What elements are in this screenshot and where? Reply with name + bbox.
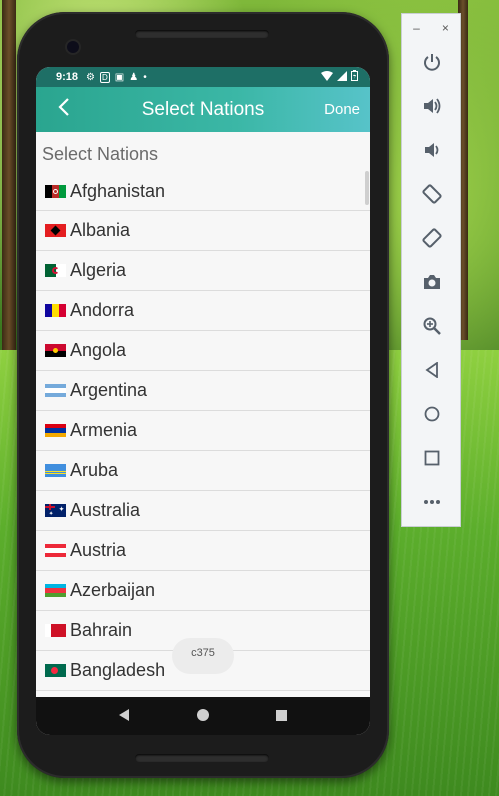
done-button[interactable]: Done bbox=[324, 101, 360, 118]
more-icon[interactable] bbox=[418, 488, 446, 516]
nation-name: Afghanistan bbox=[70, 180, 166, 201]
volume-up-icon[interactable] bbox=[418, 92, 446, 120]
close-icon[interactable]: × bbox=[442, 21, 449, 35]
camera-icon[interactable] bbox=[418, 268, 446, 296]
albania-flag-icon bbox=[45, 224, 66, 237]
nation-name: Bangladesh bbox=[70, 660, 166, 680]
azerbaijan-flag-icon bbox=[45, 584, 66, 597]
nation-name: Bahrain bbox=[70, 620, 133, 640]
nation-name: Aruba bbox=[70, 460, 119, 480]
list-item[interactable]: Albania bbox=[36, 211, 370, 251]
wifi-icon bbox=[321, 70, 333, 84]
figure-icon: ♟ bbox=[129, 71, 139, 83]
background-tree-trunk bbox=[2, 0, 16, 350]
nation-name: Algeria bbox=[70, 260, 127, 280]
image-icon: ▣ bbox=[114, 71, 125, 83]
list-item[interactable]: Angola bbox=[36, 331, 370, 371]
andorra-flag-icon bbox=[45, 304, 66, 317]
front-camera bbox=[67, 41, 79, 53]
nation-name: Argentina bbox=[70, 380, 148, 400]
minimize-icon[interactable]: – bbox=[413, 21, 420, 35]
bangladesh-flag-icon bbox=[45, 664, 66, 677]
power-icon[interactable] bbox=[418, 48, 446, 76]
overview-icon[interactable] bbox=[418, 444, 446, 472]
system-nav-bar bbox=[36, 697, 370, 735]
page-title: Select Nations bbox=[141, 99, 265, 120]
app-bar: Select Nations Done bbox=[36, 87, 370, 132]
emulator-window-controls: – × bbox=[402, 14, 460, 42]
d-badge-icon: D bbox=[100, 71, 110, 83]
nation-name: Albania bbox=[70, 220, 131, 240]
austria-flag-icon bbox=[45, 544, 66, 557]
rotate-left-icon[interactable] bbox=[418, 180, 446, 208]
home-icon[interactable] bbox=[418, 400, 446, 428]
gear-icon: ⚙ bbox=[86, 71, 95, 83]
armenia-flag-icon bbox=[45, 424, 66, 437]
zoom-icon[interactable] bbox=[418, 312, 446, 340]
list-item[interactable]: Andorra bbox=[36, 291, 370, 331]
list-item[interactable]: Azerbaijan bbox=[36, 571, 370, 611]
nation-name: Andorra bbox=[70, 300, 135, 320]
back-icon[interactable] bbox=[418, 356, 446, 384]
speaker-grille-bottom bbox=[135, 754, 269, 762]
list-item[interactable]: ✦ ✦ Australia bbox=[36, 491, 370, 531]
back-triangle-icon[interactable] bbox=[119, 708, 130, 724]
angola-flag-icon bbox=[45, 344, 66, 357]
emulator-toolbar: – × bbox=[401, 13, 461, 527]
nation-name: Angola bbox=[70, 340, 127, 360]
list-item[interactable]: Algeria bbox=[36, 251, 370, 291]
afghanistan-flag-icon bbox=[45, 184, 66, 198]
battery-icon bbox=[351, 70, 358, 84]
list-item[interactable]: Armenia bbox=[36, 411, 370, 451]
speaker-grille-top bbox=[135, 30, 269, 38]
nation-name: Australia bbox=[70, 500, 141, 520]
home-circle-icon[interactable] bbox=[196, 708, 209, 724]
list-item[interactable]: Argentina bbox=[36, 371, 370, 411]
algeria-flag-icon bbox=[45, 264, 66, 277]
toast-message: c375 bbox=[172, 638, 234, 674]
nation-name: Armenia bbox=[70, 420, 138, 440]
scrollbar-thumb[interactable] bbox=[365, 171, 369, 205]
nation-name: Austria bbox=[70, 540, 127, 560]
status-time: 9:18 bbox=[56, 71, 79, 83]
bahrain-flag-icon bbox=[45, 624, 66, 637]
argentina-flag-icon bbox=[45, 384, 66, 397]
rotate-right-icon[interactable] bbox=[418, 224, 446, 252]
list-item[interactable]: Austria bbox=[36, 531, 370, 571]
nation-list: Afghanistan Albania Algeria Andorra Ango… bbox=[36, 172, 370, 691]
australia-flag-icon: ✦ ✦ bbox=[45, 504, 66, 517]
status-bar: 9:18 ⚙ D ▣ ♟ • bbox=[36, 67, 370, 87]
signal-icon bbox=[337, 70, 347, 84]
volume-down-icon[interactable] bbox=[418, 136, 446, 164]
overview-square-icon[interactable] bbox=[275, 708, 287, 724]
list-item[interactable]: Afghanistan bbox=[36, 172, 370, 211]
aruba-flag-icon bbox=[45, 464, 66, 477]
dot-icon: • bbox=[143, 71, 147, 83]
section-header: Select Nations bbox=[42, 144, 159, 164]
phone-screen: 9:18 ⚙ D ▣ ♟ • Select Nations Done Selec… bbox=[36, 67, 370, 735]
nation-name: Azerbaijan bbox=[70, 580, 156, 600]
list-item[interactable]: Aruba bbox=[36, 451, 370, 491]
